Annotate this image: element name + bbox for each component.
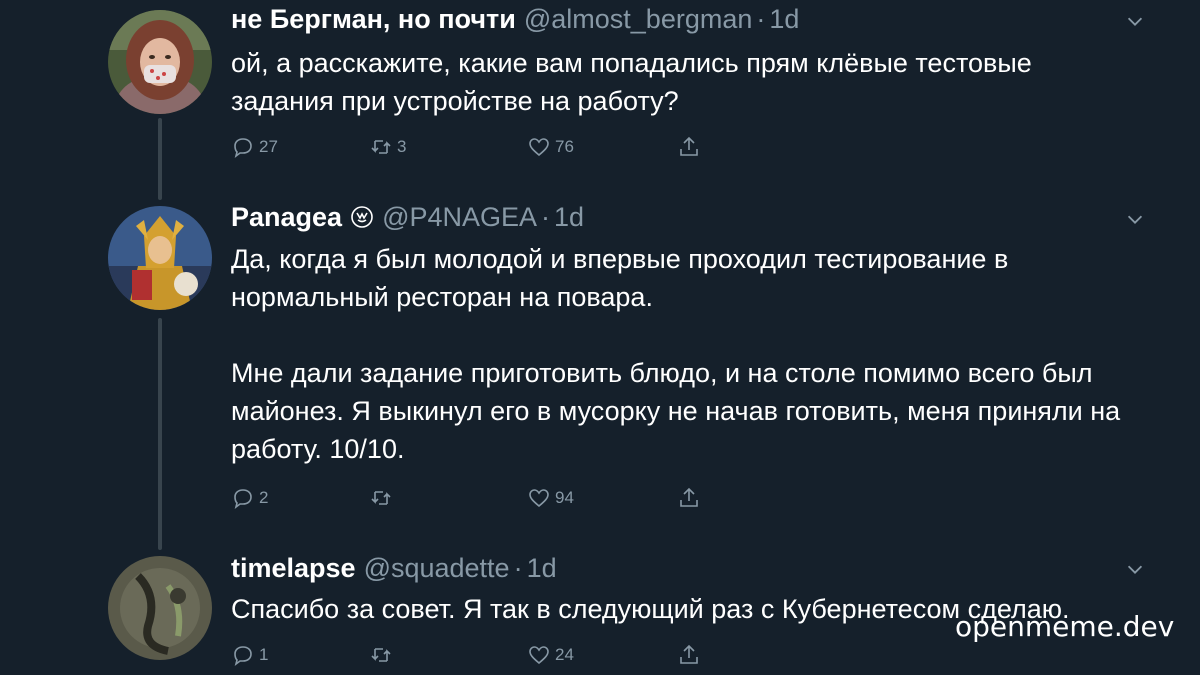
display-name[interactable]: не Бергман, но почти xyxy=(231,4,516,34)
retweet-button[interactable] xyxy=(369,643,397,667)
like-button[interactable]: 24 xyxy=(527,643,574,667)
reply-button[interactable]: 2 xyxy=(231,486,268,510)
tweet-header: timelapse @squadette · 1d xyxy=(231,553,557,583)
chevron-down-icon[interactable] xyxy=(1124,558,1146,580)
reply-icon xyxy=(234,489,252,509)
retweet-icon xyxy=(371,491,391,505)
reply-button[interactable]: 27 xyxy=(231,135,278,159)
share-button[interactable] xyxy=(677,486,705,510)
thread-line xyxy=(158,318,162,550)
share-icon xyxy=(680,136,698,156)
retweet-count: 3 xyxy=(397,137,407,156)
share-button[interactable] xyxy=(677,643,705,667)
tweet-paragraph: Мне дали задание приготовить блюдо, и на… xyxy=(231,358,1121,464)
share-button[interactable] xyxy=(677,135,705,159)
reply-count: 1 xyxy=(259,645,269,664)
verified-icon xyxy=(351,206,373,228)
heart-icon xyxy=(529,489,549,508)
tweet-actions: 2 94 xyxy=(231,486,731,514)
heart-icon xyxy=(529,138,549,157)
retweet-icon xyxy=(371,140,391,154)
tweet-text: Да, когда я был молодой и впервые проход… xyxy=(231,240,1151,468)
separator: · xyxy=(513,553,523,583)
timestamp[interactable]: 1d xyxy=(554,202,584,232)
share-icon xyxy=(680,487,698,507)
tweet-actions: 1 24 xyxy=(231,643,731,671)
handle[interactable]: @P4NAGEA xyxy=(382,202,537,232)
like-count: 94 xyxy=(555,488,574,507)
separator: · xyxy=(756,4,766,34)
avatar[interactable] xyxy=(108,10,212,114)
reply-count: 27 xyxy=(259,137,278,156)
reply-icon xyxy=(234,646,252,666)
reply-icon xyxy=(234,138,252,158)
like-count: 76 xyxy=(555,137,574,156)
like-button[interactable]: 76 xyxy=(527,135,574,159)
retweet-button[interactable] xyxy=(369,486,397,510)
reply-count: 2 xyxy=(259,488,269,507)
handle[interactable]: @squadette xyxy=(364,553,510,583)
avatar[interactable] xyxy=(108,556,212,660)
tweet-header: Panagea @P4NAGEA · 1d xyxy=(231,202,584,232)
chevron-down-icon[interactable] xyxy=(1124,10,1146,32)
display-name[interactable]: timelapse xyxy=(231,553,356,583)
like-count: 24 xyxy=(555,645,574,664)
tweet-text: ой, а расскажите, какие вам попадались п… xyxy=(231,44,1111,120)
avatar[interactable] xyxy=(108,206,212,310)
display-name[interactable]: Panagea xyxy=(231,202,342,232)
tweet-paragraph: Да, когда я был молодой и впервые проход… xyxy=(231,244,1009,312)
retweet-button[interactable]: 3 xyxy=(369,135,406,159)
heart-icon xyxy=(529,646,549,665)
tweet-paragraph: ой, а расскажите, какие вам попадались п… xyxy=(231,48,1032,116)
handle[interactable]: @almost_bergman xyxy=(524,4,753,34)
tweet-actions: 27 3 76 xyxy=(231,135,731,163)
retweet-icon xyxy=(371,648,391,662)
tweet-header: не Бергман, но почти @almost_bergman · 1… xyxy=(231,4,799,34)
watermark: openmeme.dev xyxy=(955,610,1175,643)
timestamp[interactable]: 1d xyxy=(769,4,799,34)
reply-button[interactable]: 1 xyxy=(231,643,268,667)
thread-line xyxy=(158,118,162,200)
like-button[interactable]: 94 xyxy=(527,486,574,510)
chevron-down-icon[interactable] xyxy=(1124,208,1146,230)
share-icon xyxy=(680,644,698,664)
timestamp[interactable]: 1d xyxy=(527,553,557,583)
separator: · xyxy=(541,202,551,232)
